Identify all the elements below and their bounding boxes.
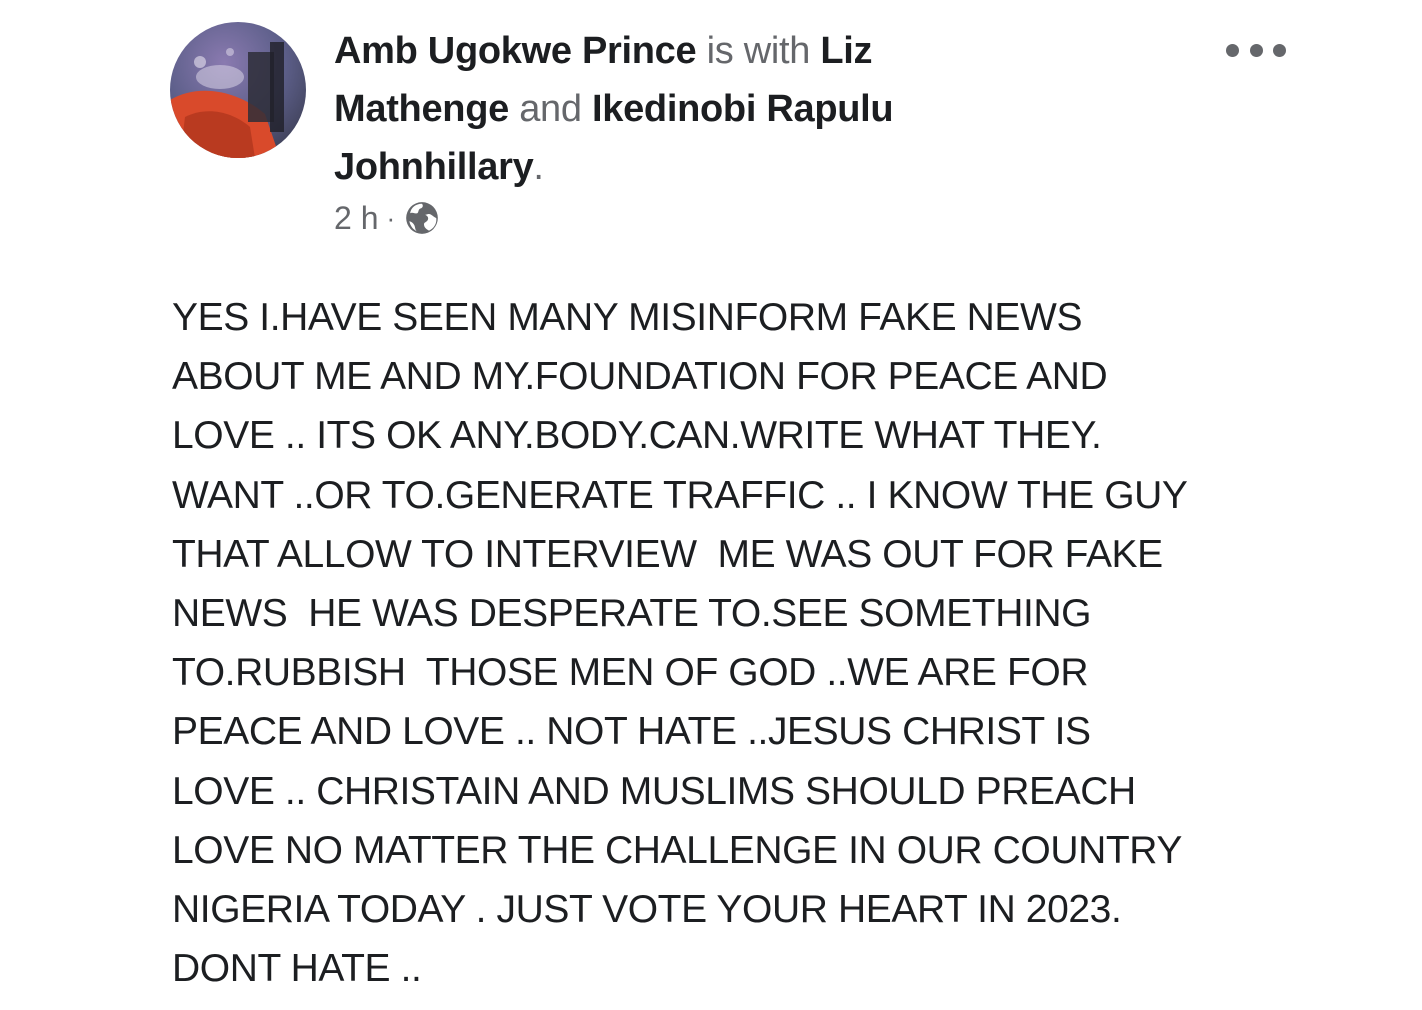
post-body-line: DONT HATE .. — [172, 947, 422, 991]
more-dot — [1226, 43, 1239, 57]
post-body-line: NEWS HE WAS DESPERATE TO.SEE SOMETHING — [172, 592, 1092, 636]
meta-separator: · — [386, 202, 396, 233]
author-name[interactable]: Amb Ugokwe Prince — [334, 30, 697, 72]
more-dot — [1249, 43, 1263, 57]
avatar[interactable] — [170, 22, 306, 158]
more-dot — [1273, 43, 1286, 57]
tagged-name-2-part1[interactable]: Ikedinobi Rapulu — [592, 88, 894, 130]
post-body-line: THAT ALLOW TO INTERVIEW ME WAS OUT FOR F… — [172, 532, 1163, 576]
post-body-line: YES I.HAVE SEEN MANY MISINFORM FAKE NEWS — [172, 296, 1083, 339]
header-period: . — [533, 146, 544, 188]
more-options-icon[interactable] — [1226, 36, 1286, 64]
post-body-line: LOVE .. CHRISTAIN AND MUSLIMS SHOULD PRE… — [172, 769, 1136, 813]
with-text: is with — [706, 30, 811, 72]
post-body-line: LOVE .. ITS OK ANY.BODY.CAN.WRITE WHAT T… — [172, 414, 1102, 458]
post-timestamp[interactable]: 2 h — [334, 200, 378, 237]
tagged-name-1-part2[interactable]: Mathenge — [334, 88, 509, 130]
post-body-line: TO.RUBBISH THOSE MEN OF GOD ..WE ARE FOR — [172, 651, 1089, 695]
post-body-line: ABOUT ME AND MY.FOUNDATION FOR PEACE AND — [172, 355, 1108, 399]
post-body-line: NIGERIA TODAY . JUST VOTE YOUR HEART IN … — [172, 888, 1122, 932]
post-body-line: PEACE AND LOVE .. NOT HATE ..JESUS CHRIS… — [172, 710, 1091, 754]
post-body-line: WANT ..OR TO.GENERATE TRAFFIC .. I KNOW … — [172, 473, 1188, 517]
and-text: and — [519, 88, 582, 130]
post-meta: 2 h · — [334, 196, 441, 240]
globe-icon[interactable] — [403, 199, 441, 237]
tagged-name-2-part2[interactable]: Johnhillary — [334, 146, 534, 188]
tagged-name-1-part1[interactable]: Liz — [820, 30, 872, 72]
header-line-2: Mathenge and Ikedinobi Rapulu — [334, 80, 1134, 138]
post-body: YES I.HAVE SEEN MANY MISINFORM FAKE NEWS… — [172, 288, 1352, 998]
header-line-3: Johnhillary. — [334, 138, 1134, 196]
header-line-1: Amb Ugokwe Prince is with Liz — [334, 22, 1134, 80]
post-header: Amb Ugokwe Prince is with Liz Mathenge a… — [334, 22, 1134, 196]
post-body-line: LOVE NO MATTER THE CHALLENGE IN OUR COUN… — [172, 828, 1182, 872]
